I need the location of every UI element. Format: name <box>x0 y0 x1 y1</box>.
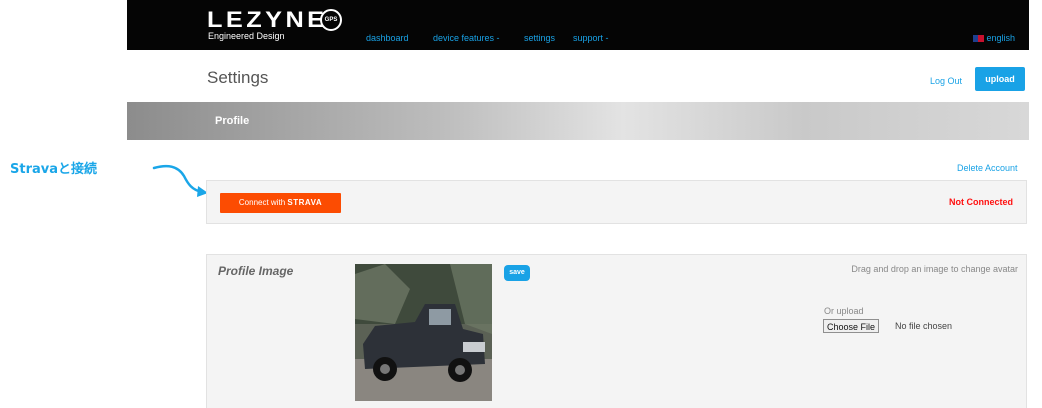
choose-file-button[interactable]: Choose File <box>823 319 880 333</box>
annotation-arrow-icon <box>152 164 208 197</box>
page-title: Settings <box>207 68 269 87</box>
avatar-truck-image <box>355 264 492 401</box>
brand-logo[interactable]: LEZYNE <box>207 9 328 31</box>
flag-icon <box>973 35 985 42</box>
annotation-label: Stravaと接続 <box>10 162 98 177</box>
strava-status-text: Not Connected <box>949 197 1013 207</box>
logout-link[interactable]: Log Out <box>930 76 962 86</box>
strava-connection-panel: Connect with STRAVA Not Connected <box>206 180 1027 224</box>
avatar[interactable] <box>355 264 492 401</box>
gps-badge-icon: GPS <box>320 9 342 31</box>
profile-banner: Profile <box>127 102 1029 140</box>
upload-button[interactable]: upload <box>975 67 1025 91</box>
delete-account-link[interactable]: Delete Account <box>957 163 1018 173</box>
nav-device-features[interactable]: device features - <box>433 33 500 43</box>
or-upload-label: Or upload <box>824 306 864 316</box>
strava-wordmark: STRAVA <box>287 198 323 207</box>
profile-image-panel: Profile Image save Drag and drop an imag… <box>206 254 1027 408</box>
connect-strava-prefix: Connect with <box>238 198 286 207</box>
nav-support[interactable]: support - <box>573 33 609 43</box>
nav-dashboard[interactable]: dashboard <box>366 33 409 43</box>
language-label: english <box>986 33 1015 43</box>
connect-strava-button[interactable]: Connect with STRAVA <box>220 193 341 213</box>
file-status-text: No file chosen <box>895 321 953 331</box>
drag-drop-hint: Drag and drop an image to change avatar <box>851 264 1018 274</box>
profile-image-title: Profile Image <box>218 264 294 278</box>
save-button[interactable]: save <box>504 265 530 281</box>
top-nav-bar: LEZYNE Engineered Design GPS dashboard d… <box>127 0 1029 50</box>
profile-banner-label: Profile <box>215 115 250 127</box>
nav-settings[interactable]: settings <box>524 33 555 43</box>
brand-tagline: Engineered Design <box>208 31 285 41</box>
language-selector[interactable]: english <box>973 33 1015 43</box>
